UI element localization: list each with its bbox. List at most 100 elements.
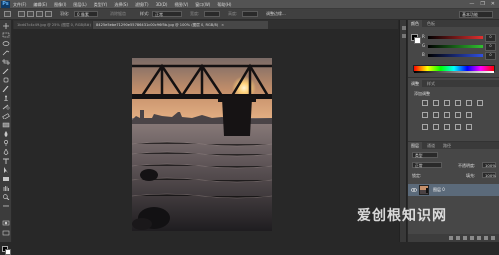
menu-help[interactable]: 帮助(H) xyxy=(217,2,231,8)
gradient-map-icon[interactable] xyxy=(455,124,461,130)
path-select-tool-icon[interactable] xyxy=(2,167,10,173)
quick-select-tool-icon[interactable] xyxy=(2,50,10,56)
menu-window[interactable]: 窗口(W) xyxy=(195,2,210,8)
document-tab-active[interactable]: 8425e5ebe71290e55786431c00c96f5b.jpg @ 1… xyxy=(93,21,268,29)
pen-tool-icon[interactable] xyxy=(2,149,10,155)
tab-adjustments[interactable]: 调整 xyxy=(408,80,422,87)
tab-swatches[interactable]: 色板 xyxy=(424,20,438,27)
clone-stamp-tool-icon[interactable] xyxy=(2,95,10,101)
hue-saturation-icon[interactable] xyxy=(477,100,483,106)
antialias-checkbox[interactable]: 消除锯齿 xyxy=(110,11,126,17)
color-lookup-icon[interactable] xyxy=(466,112,472,118)
new-group-icon[interactable] xyxy=(477,236,481,240)
green-value[interactable]: 0 xyxy=(485,43,496,51)
workspace-select[interactable]: 基本功能 xyxy=(459,11,493,18)
trash-icon[interactable] xyxy=(491,236,495,240)
feather-input[interactable]: 0 像素 xyxy=(74,11,98,17)
tab-paths[interactable]: 路径 xyxy=(440,142,454,149)
color-background-swatch[interactable] xyxy=(414,37,421,44)
tab-styles[interactable]: 样式 xyxy=(424,80,438,87)
levels-icon[interactable] xyxy=(433,100,439,106)
link-layers-icon[interactable] xyxy=(449,236,453,240)
quick-mask-icon[interactable] xyxy=(2,220,10,226)
color-balance-icon[interactable] xyxy=(422,112,428,118)
healing-brush-tool-icon[interactable] xyxy=(2,77,10,83)
curves-icon[interactable] xyxy=(444,100,450,106)
layer-style-icon[interactable] xyxy=(456,236,460,240)
exposure-icon[interactable] xyxy=(455,100,461,106)
new-layer-icon[interactable] xyxy=(484,236,488,240)
width-input[interactable] xyxy=(204,11,220,17)
hand-tool-icon[interactable] xyxy=(2,185,10,191)
type-tool-icon[interactable] xyxy=(2,158,10,164)
refine-edge-button[interactable]: 调整边缘... xyxy=(266,11,286,17)
fill-input[interactable]: 100% xyxy=(482,172,496,178)
photo-filter-icon[interactable] xyxy=(444,112,450,118)
screen-mode-icon[interactable] xyxy=(2,230,10,236)
style-select[interactable]: 正常 xyxy=(152,11,182,17)
new-adjustment-icon[interactable] xyxy=(470,236,474,240)
background-color-swatch[interactable] xyxy=(5,249,11,255)
lasso-tool-icon[interactable] xyxy=(2,41,10,47)
brush-tool-icon[interactable] xyxy=(2,86,10,92)
menu-image[interactable]: 图像(I) xyxy=(54,2,66,8)
menu-filter[interactable]: 滤镜(T) xyxy=(135,2,149,8)
posterize-icon[interactable] xyxy=(433,124,439,130)
rectangle-tool-icon[interactable] xyxy=(2,176,10,182)
gradient-tool-icon[interactable] xyxy=(2,122,10,128)
marquee-tool-preset-icon[interactable] xyxy=(4,11,11,17)
invert-icon[interactable] xyxy=(422,124,428,130)
menu-file[interactable]: 文件(F) xyxy=(13,2,26,8)
brightness-contrast-icon[interactable] xyxy=(422,100,428,106)
tab-layers[interactable]: 图层 xyxy=(408,142,422,149)
tab-color[interactable]: 颜色 xyxy=(408,20,422,27)
menu-select[interactable]: 选择(S) xyxy=(114,2,128,8)
history-panel-icon[interactable] xyxy=(402,26,406,30)
blue-value[interactable]: 0 xyxy=(485,52,496,60)
green-slider[interactable]: G 0 xyxy=(422,43,497,51)
tab-channels[interactable]: 通道 xyxy=(424,142,438,149)
zoom-tool-icon[interactable] xyxy=(2,194,10,200)
document-canvas-image[interactable] xyxy=(132,58,272,231)
layer-name[interactable]: 图层 0 xyxy=(433,187,445,193)
height-input[interactable] xyxy=(242,11,258,17)
color-spectrum-bar[interactable] xyxy=(413,65,495,73)
rect-marquee-tool-icon[interactable] xyxy=(2,32,10,38)
red-slider[interactable]: R 0 xyxy=(422,34,497,42)
dodge-tool-icon[interactable] xyxy=(2,140,10,146)
red-value[interactable]: 0 xyxy=(485,34,496,42)
blue-slider[interactable]: B 0 xyxy=(422,52,497,60)
layer-row[interactable]: 图层 0 xyxy=(408,184,499,196)
menu-type[interactable]: 类型(Y) xyxy=(94,2,108,8)
crop-tool-icon[interactable] xyxy=(2,59,10,65)
menu-view[interactable]: 视图(V) xyxy=(174,2,188,8)
document-tab[interactable]: 1bd47c4c49.jpg @ 25% (图层 0, RGB/8#)× xyxy=(14,21,92,29)
blend-mode-select[interactable]: 正常 xyxy=(412,162,442,168)
more-tools-icon[interactable] xyxy=(2,203,10,209)
close-button[interactable]: ✕ xyxy=(491,1,495,7)
black-white-icon[interactable] xyxy=(433,112,439,118)
menu-3d[interactable]: 3D(D) xyxy=(156,2,168,7)
properties-panel-icon[interactable] xyxy=(402,34,406,38)
add-mask-icon[interactable] xyxy=(463,236,467,240)
intersect-selection-icon[interactable] xyxy=(45,11,52,17)
add-selection-icon[interactable] xyxy=(27,11,34,17)
eraser-tool-icon[interactable] xyxy=(2,113,10,119)
tab-close-icon[interactable]: × xyxy=(221,23,224,27)
blur-tool-icon[interactable] xyxy=(2,131,10,137)
opacity-input[interactable]: 100% xyxy=(482,162,496,168)
subtract-selection-icon[interactable] xyxy=(36,11,43,17)
threshold-icon[interactable] xyxy=(444,124,450,130)
menu-layer[interactable]: 图层(L) xyxy=(73,2,86,8)
move-tool-icon[interactable] xyxy=(2,23,10,29)
selective-color-icon[interactable] xyxy=(466,124,472,130)
eye-icon[interactable] xyxy=(410,187,418,193)
minimize-button[interactable]: — xyxy=(469,1,474,7)
new-selection-icon[interactable] xyxy=(18,11,25,17)
restore-button[interactable]: ❐ xyxy=(480,1,484,7)
eyedropper-tool-icon[interactable] xyxy=(2,68,10,74)
vibrance-icon[interactable] xyxy=(466,100,472,106)
menu-edit[interactable]: 编辑(E) xyxy=(33,2,47,8)
layer-filter-select[interactable]: 类型 xyxy=(412,152,438,158)
channel-mixer-icon[interactable] xyxy=(455,112,461,118)
